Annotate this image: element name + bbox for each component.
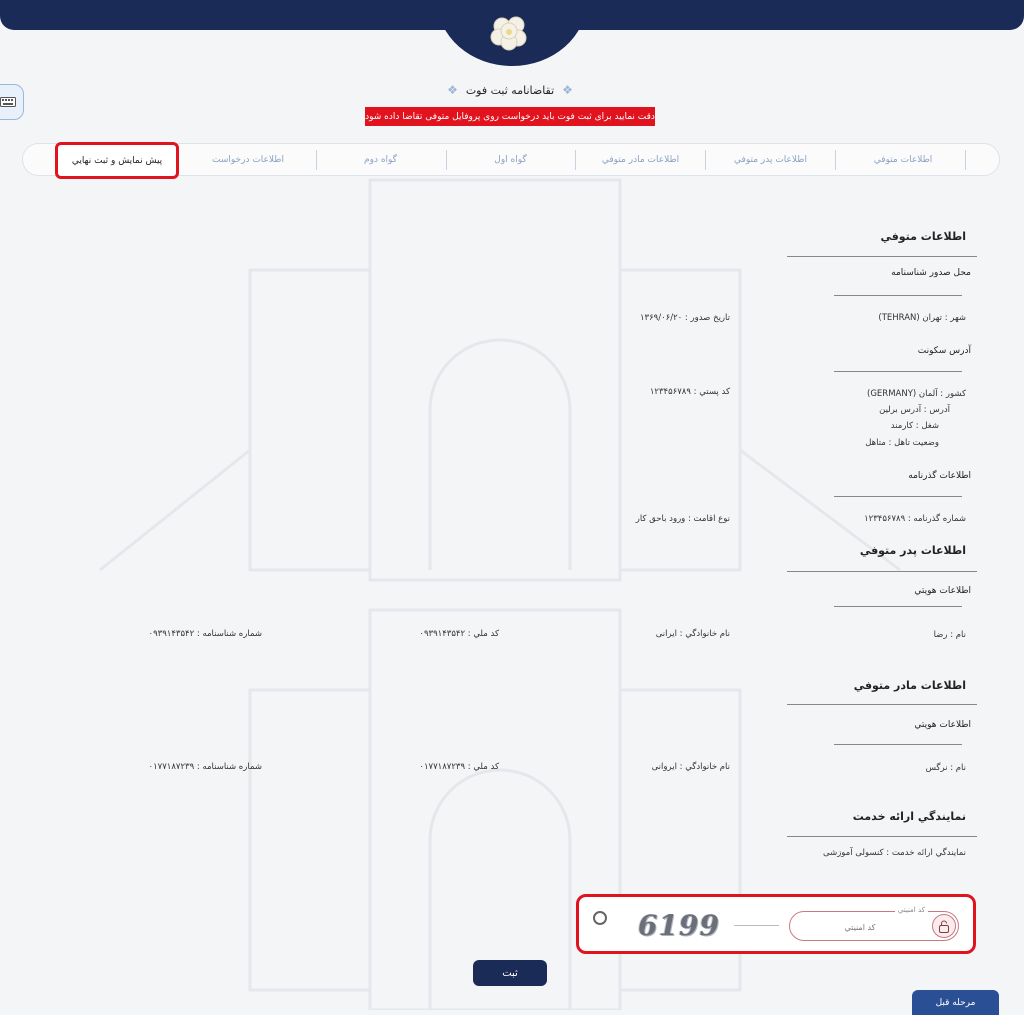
mother-section-title: اطلاعات مادر متوفي — [853, 679, 966, 692]
residence-type-field: نوع اقامت : ورود باحق کار — [635, 514, 730, 524]
tab-second-witness[interactable]: گواه دوم — [323, 144, 438, 175]
postal-code-field: کد پستي : ۱۲۳۴۵۶۷۸۹ — [649, 387, 730, 397]
passport-number-field: شماره گذرنامه : ۱۲۳۴۵۶۷۸۹ — [864, 514, 966, 524]
section-underline — [787, 256, 977, 257]
subsection-underline — [834, 371, 962, 372]
section-underline — [787, 704, 977, 705]
father-family-field: نام خانوادگي : ایرانی — [655, 629, 730, 639]
city-field: شهر : تهران (TEHRAN) — [878, 313, 966, 323]
tab-divider — [835, 150, 836, 170]
tab-first-witness[interactable]: گواه اول — [453, 144, 568, 175]
keyboard-icon — [0, 97, 16, 107]
mother-identity-title: اطلاعات هويتي — [914, 720, 971, 730]
keyboard-toggle-button[interactable] — [0, 84, 24, 120]
tab-divider — [446, 150, 447, 170]
subsection-underline — [834, 606, 962, 607]
passport-title: اطلاعات گذرنامه — [908, 471, 971, 481]
tab-deceased-info[interactable]: اطلاعات متوفي — [848, 144, 958, 175]
refresh-icon[interactable] — [593, 911, 607, 925]
section-underline — [787, 836, 977, 837]
security-code-box: کد امنيتي 6199 — [576, 894, 976, 954]
tab-father-info[interactable]: اطلاعات پدر متوفي — [713, 144, 828, 175]
security-code-input[interactable] — [800, 919, 920, 935]
mother-national-code-field: کد ملي : ۰۱۷۷۱۸۷۲۳۹ — [419, 762, 499, 772]
submit-button[interactable]: ثبت — [473, 960, 547, 986]
father-identity-title: اطلاعات هويتي — [914, 586, 971, 596]
mother-family-field: نام خانوادگي : ایروانی — [651, 762, 730, 772]
mother-name-field: نام : نرگس — [925, 763, 966, 773]
flower-logo-icon — [489, 12, 529, 52]
captcha-separator — [734, 925, 779, 926]
tab-mother-info[interactable]: اطلاعات مادر متوفي — [583, 144, 698, 175]
tab-preview-final-submit[interactable]: پيش نمايش و ثبت نهايي — [55, 142, 179, 179]
tab-request-info[interactable]: اطلاعات درخواست — [188, 144, 308, 175]
country-field: کشور : آلمان (GERMANY) — [867, 389, 966, 399]
issue-date-field: تاريخ صدور : ۱۳۶۹/۰۶/۲۰ — [639, 313, 730, 323]
tab-divider — [575, 150, 576, 170]
father-id-number-field: شماره شناسنامه : ۰۹۳۹۱۴۳۵۴۲ — [148, 629, 262, 639]
father-section-title: اطلاعات پدر متوفي — [859, 544, 966, 557]
previous-step-button[interactable]: مرحله قبل — [912, 990, 999, 1015]
tab-divider — [705, 150, 706, 170]
subsection-underline — [834, 295, 962, 296]
tab-divider — [316, 150, 317, 170]
security-code-field: کد امنيتي — [789, 906, 959, 941]
mother-id-number-field: شماره شناسنامه : ۰۱۷۷۱۸۷۲۳۹ — [148, 762, 262, 772]
deceased-section-title: اطلاعات متوفي — [880, 230, 966, 243]
security-code-legend: کد امنيتي — [894, 906, 928, 914]
section-underline — [787, 571, 977, 572]
marital-status-field: وضعيت تاهل : متاهل — [865, 438, 939, 448]
address-field: آدرس : آدرس برلین — [879, 405, 950, 415]
service-office-field: نمايندگي ارائه خدمت : کنسولی آموزشی — [822, 848, 966, 858]
subsection-underline — [834, 744, 962, 745]
service-section-title: نمايندگي ارائه خدمت — [852, 810, 966, 823]
lock-icon — [932, 914, 956, 938]
captcha-image: 6199 — [638, 908, 720, 942]
diamond-ornament-icon: ❖ — [447, 83, 458, 97]
father-name-field: نام : رضا — [933, 630, 966, 640]
job-field: شغل : کارمند — [890, 421, 939, 431]
father-national-code-field: کد ملي : ۰۹۳۹۱۴۳۵۴۲ — [419, 629, 499, 639]
address-title: آدرس سکونت — [917, 346, 971, 356]
page-title: ❖ تقاضانامه ثبت فوت ❖ — [447, 83, 573, 97]
tab-divider — [965, 150, 966, 170]
diamond-ornament-icon: ❖ — [562, 83, 573, 97]
warning-banner: دقت نمایید برای ثبت فوت باید درخواست روی… — [365, 107, 655, 126]
subsection-underline — [834, 496, 962, 497]
issue-place-title: محل صدور شناسنامه — [891, 268, 971, 278]
background-building-watermark — [99, 178, 901, 1010]
